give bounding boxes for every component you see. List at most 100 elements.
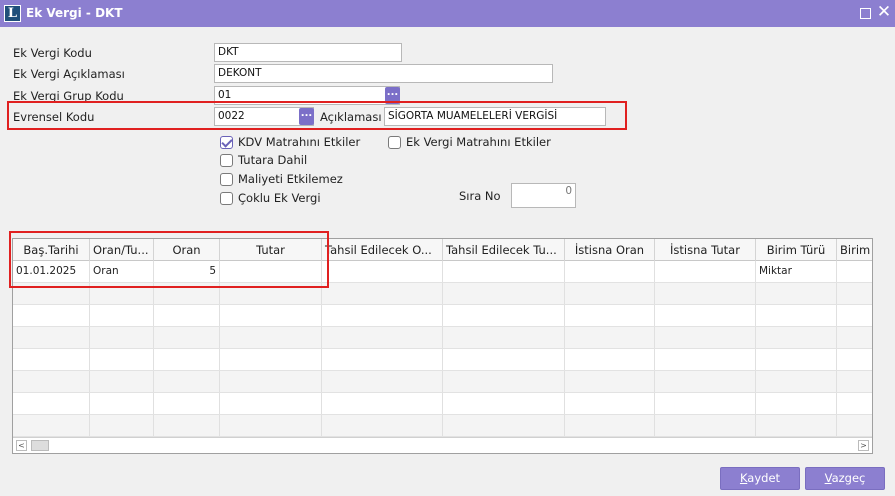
column-header[interactable]: İstisna Tutar: [655, 239, 756, 261]
table-cell[interactable]: [13, 371, 90, 392]
table-cell[interactable]: [220, 371, 322, 392]
table-cell[interactable]: [154, 415, 220, 436]
table-cell[interactable]: [655, 371, 756, 392]
table-cell[interactable]: [443, 371, 565, 392]
table-cell[interactable]: [220, 261, 322, 282]
table-cell[interactable]: [322, 327, 443, 348]
table-cell[interactable]: [220, 415, 322, 436]
table-row[interactable]: [13, 393, 872, 415]
table-cell[interactable]: [655, 261, 756, 282]
table-cell[interactable]: [443, 415, 565, 436]
table-cell[interactable]: [837, 283, 872, 304]
table-cell[interactable]: [655, 305, 756, 326]
table-cell[interactable]: [565, 261, 655, 282]
table-cell[interactable]: 01.01.2025: [13, 261, 90, 282]
table-cell[interactable]: [90, 283, 154, 304]
table-row[interactable]: [13, 415, 872, 437]
table-cell[interactable]: [756, 415, 837, 436]
scroll-left-icon[interactable]: <: [16, 440, 27, 451]
table-cell[interactable]: [220, 349, 322, 370]
table-row[interactable]: [13, 327, 872, 349]
table-cell[interactable]: [154, 371, 220, 392]
table-cell[interactable]: [443, 305, 565, 326]
table-cell[interactable]: [154, 283, 220, 304]
table-cell[interactable]: Miktar: [756, 261, 837, 282]
table-cell[interactable]: [443, 393, 565, 414]
table-cell[interactable]: [756, 393, 837, 414]
table-cell[interactable]: [443, 349, 565, 370]
table-cell[interactable]: [837, 305, 872, 326]
table-cell[interactable]: [90, 393, 154, 414]
column-header[interactable]: Tahsil Edilecek O...: [322, 239, 443, 261]
column-header[interactable]: Birim Türü: [756, 239, 837, 261]
column-header[interactable]: Oran/Tu...: [90, 239, 154, 261]
column-header[interactable]: Baş.Tarihi: [13, 239, 90, 261]
table-cell[interactable]: [322, 371, 443, 392]
column-header[interactable]: Tutar: [220, 239, 322, 261]
table-cell[interactable]: [655, 415, 756, 436]
table-cell[interactable]: [220, 305, 322, 326]
ek-vergi-kodu-field[interactable]: DKT: [214, 43, 402, 62]
table-cell[interactable]: [655, 283, 756, 304]
column-header[interactable]: İstisna Oran: [565, 239, 655, 261]
scroll-thumb[interactable]: [31, 440, 49, 451]
table-cell[interactable]: [90, 305, 154, 326]
table-row[interactable]: [13, 283, 872, 305]
table-cell[interactable]: Oran: [90, 261, 154, 282]
table-cell[interactable]: [837, 261, 872, 282]
ek-vergi-grup-kodu-field[interactable]: 01: [214, 86, 400, 105]
table-cell[interactable]: [90, 371, 154, 392]
table-cell[interactable]: [322, 283, 443, 304]
table-cell[interactable]: [154, 349, 220, 370]
table-cell[interactable]: [756, 371, 837, 392]
table-cell[interactable]: [322, 261, 443, 282]
scroll-right-icon[interactable]: >: [858, 440, 869, 451]
horizontal-scrollbar[interactable]: < >: [13, 437, 872, 453]
table-row[interactable]: [13, 305, 872, 327]
table-cell[interactable]: [837, 371, 872, 392]
table-cell[interactable]: [565, 393, 655, 414]
table-cell[interactable]: [837, 327, 872, 348]
table-cell[interactable]: [655, 327, 756, 348]
table-cell[interactable]: [756, 327, 837, 348]
table-cell[interactable]: [565, 415, 655, 436]
table-cell[interactable]: [443, 261, 565, 282]
table-cell[interactable]: [220, 393, 322, 414]
table-cell[interactable]: [220, 327, 322, 348]
table-row[interactable]: 01.01.2025 Oran 5 Miktar: [13, 261, 872, 283]
table-cell[interactable]: [154, 305, 220, 326]
table-cell[interactable]: [837, 415, 872, 436]
grup-kodu-lookup-button[interactable]: ...: [385, 87, 400, 104]
column-header[interactable]: Oran: [154, 239, 220, 261]
table-cell[interactable]: [655, 349, 756, 370]
vazgec-button[interactable]: Vazgeç: [805, 467, 885, 490]
table-cell[interactable]: [837, 393, 872, 414]
table-cell[interactable]: [13, 305, 90, 326]
table-cell[interactable]: [756, 305, 837, 326]
table-cell[interactable]: [322, 305, 443, 326]
table-cell[interactable]: [154, 327, 220, 348]
table-cell[interactable]: [13, 283, 90, 304]
table-cell[interactable]: [13, 415, 90, 436]
table-cell[interactable]: [220, 283, 322, 304]
table-cell[interactable]: [322, 349, 443, 370]
table-cell[interactable]: [443, 283, 565, 304]
column-header[interactable]: Birim: [837, 239, 872, 261]
table-cell[interactable]: [756, 283, 837, 304]
table-cell[interactable]: [837, 349, 872, 370]
table-cell[interactable]: [13, 327, 90, 348]
table-row[interactable]: [13, 349, 872, 371]
table-cell[interactable]: [565, 305, 655, 326]
table-cell[interactable]: 5: [154, 261, 220, 282]
table-cell[interactable]: [565, 371, 655, 392]
table-cell[interactable]: [13, 349, 90, 370]
table-row[interactable]: [13, 371, 872, 393]
ek-vergi-aciklamasi-field[interactable]: DEKONT: [214, 64, 553, 83]
table-cell[interactable]: [565, 349, 655, 370]
table-cell[interactable]: [655, 393, 756, 414]
aciklamasi-field[interactable]: SİGORTA MUAMELELERİ VERGİSİ: [384, 107, 606, 126]
evrensel-kodu-lookup-button[interactable]: ...: [299, 108, 314, 125]
kaydet-button[interactable]: Kaydet: [720, 467, 800, 490]
table-cell[interactable]: [90, 349, 154, 370]
table-cell[interactable]: [90, 415, 154, 436]
